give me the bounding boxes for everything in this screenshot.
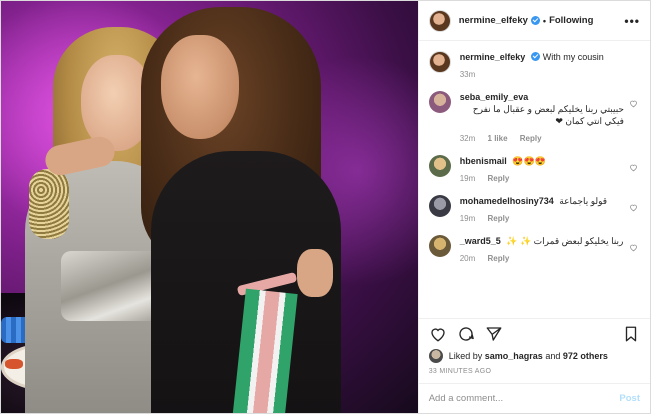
photo-food-red [5,359,23,369]
photo-woman-left-sleeve [29,169,69,239]
photo-woman-right-face [161,35,239,139]
comment-body: hbenismail 😍😍😍 19m Reply [460,155,640,185]
heart-icon[interactable] [429,325,447,343]
commenter-avatar[interactable] [428,155,451,177]
comment-body: seba_emily_eva حبيبتي ربنا يخليكم لبعض و… [460,91,640,145]
heart-icon[interactable] [629,203,638,212]
post-photo[interactable] [1,1,418,413]
comment-meta: 20m Reply [460,253,624,265]
comment-item: _ward5_5 ربنا يخليكو لبعض قمرات ✨ ✨ 20m … [428,235,640,265]
photo-woman-right-hand [297,249,333,297]
post-header: nermine_elfeky • Following ••• [418,1,650,41]
commenter-username[interactable]: mohamedelhosiny734 [460,196,554,206]
author-avatar[interactable] [428,9,451,32]
post-side-panel: nermine_elfeky • Following ••• nermine_e… [417,1,650,413]
comment-text: حبيبتي ربنا يخليكم لبعض و عقبال ما نفرح … [472,104,624,126]
comment-meta: 19m Reply [460,213,624,225]
heart-icon[interactable] [629,243,638,252]
comment-meta: 19m Reply [460,173,624,185]
comment-age[interactable]: 19m [460,214,476,223]
caption-username[interactable]: nermine_elfeky [460,52,526,62]
commenter-avatar[interactable] [428,195,451,217]
comments-list[interactable]: nermine_elfeky With my cousin 33m seba_e… [419,41,650,318]
reply-button[interactable]: Reply [488,254,510,263]
commenter-avatar[interactable] [428,235,451,257]
comment-item: mohamedelhosiny734 قولو ياجماعة 19m Repl… [428,195,640,225]
likes-prefix: Liked by [448,351,483,361]
caption-author-avatar[interactable] [428,51,451,73]
caption: nermine_elfeky With my cousin 33m [428,51,640,81]
add-comment-input[interactable]: Add a comment... [429,393,503,404]
add-comment-bar: Add a comment... Post [418,383,650,413]
reply-button[interactable]: Reply [488,174,510,183]
share-icon[interactable] [485,325,503,343]
heart-icon[interactable] [629,163,638,172]
author-username[interactable]: nermine_elfeky [459,15,528,26]
reply-button[interactable]: Reply [488,214,510,223]
likes-connector: and [545,351,561,361]
commenter-username[interactable]: seba_emily_eva [460,92,529,102]
comment-age[interactable]: 20m [460,254,476,263]
commenter-username[interactable]: hbenismail [460,156,507,166]
more-options-icon[interactable]: ••• [624,14,640,28]
comment-likes[interactable]: 1 like [488,134,508,143]
reply-button[interactable]: Reply [520,134,542,143]
liker-avatar[interactable] [428,349,443,363]
comment-icon[interactable] [457,325,475,343]
separator-dot: • [542,15,547,26]
likes-count[interactable]: 972 others [563,351,608,361]
verified-badge-icon [531,52,541,61]
comment-body: _ward5_5 ربنا يخليكو لبعض قمرات ✨ ✨ 20m … [460,235,640,265]
comment-age[interactable]: 19m [460,174,476,183]
comment-text: قولو ياجماعة [559,196,608,206]
following-button[interactable]: Following [549,15,593,26]
comment-body: mohamedelhosiny734 قولو ياجماعة 19m Repl… [460,195,640,225]
action-bar [418,318,650,348]
commenter-username[interactable]: _ward5_5 [460,236,501,246]
post-timestamp[interactable]: 33 MINUTES AGO [419,364,650,383]
comment-text: 😍😍😍 [512,156,546,166]
comment-meta: 32m 1 like Reply [460,133,624,145]
comment-text: ربنا يخليكو لبعض قمرات ✨ ✨ [506,236,624,246]
commenter-avatar[interactable] [428,91,451,113]
instagram-post: nermine_elfeky • Following ••• nermine_e… [0,0,651,414]
caption-text: With my cousin [542,52,604,62]
heart-icon[interactable] [629,99,638,108]
likes-summary: Liked by samo_hagras and 972 others [419,348,650,364]
comment-item: hbenismail 😍😍😍 19m Reply [428,155,640,185]
liker-username[interactable]: samo_hagras [485,351,543,361]
caption-age[interactable]: 33m [460,70,476,79]
caption-meta: 33m [460,69,624,81]
caption-body: nermine_elfeky With my cousin 33m [460,51,640,81]
comment-item: seba_emily_eva حبيبتي ربنا يخليكم لبعض و… [428,91,640,145]
post-comment-button[interactable]: Post [619,393,640,404]
verified-badge-icon [530,16,540,25]
bookmark-icon[interactable] [622,325,640,343]
comment-age[interactable]: 32m [460,134,476,143]
